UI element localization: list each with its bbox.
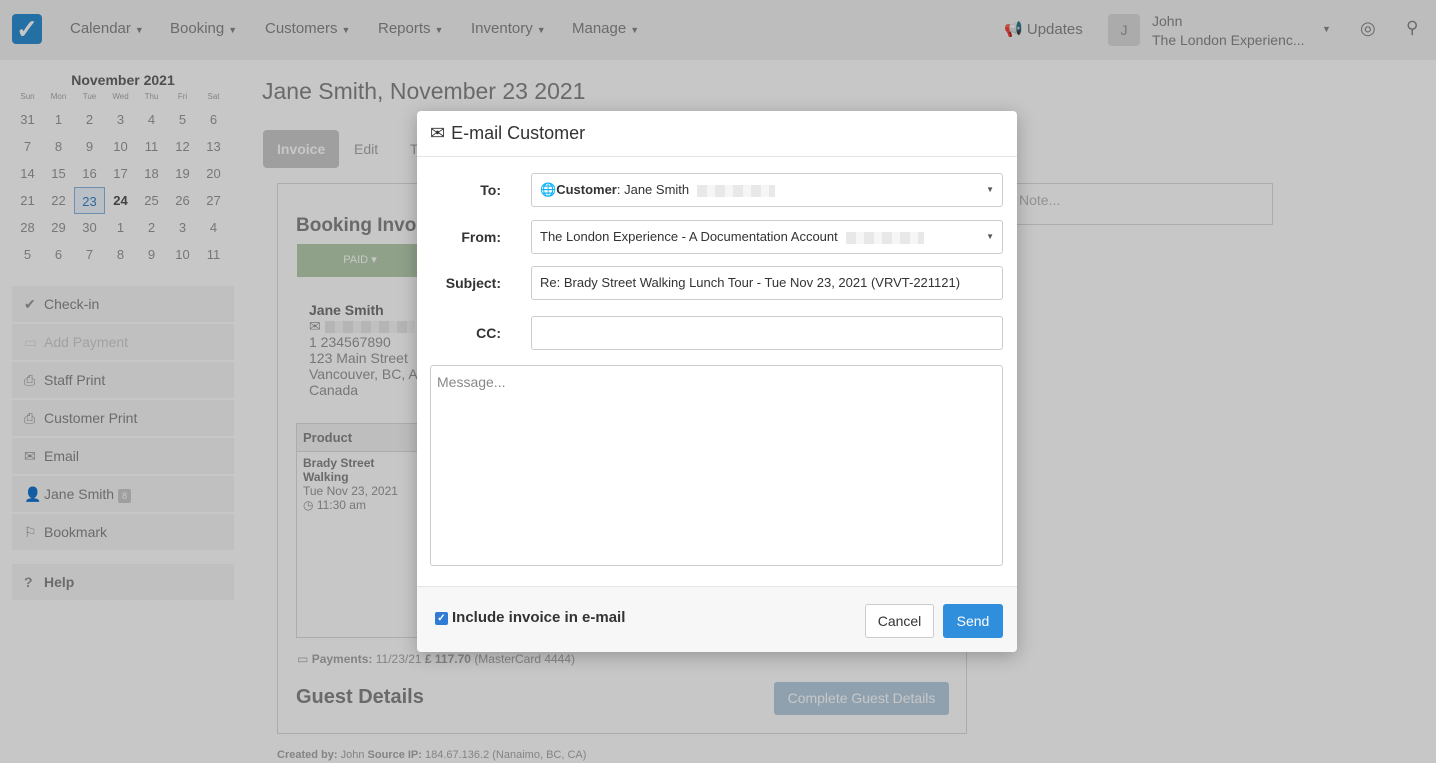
to-label: To:: [480, 182, 501, 198]
email-customer-dialog: ✉ E-mail Customer To: 🌐Customer: Jane Smi…: [417, 111, 1017, 652]
envelope-icon: ✉: [430, 123, 446, 143]
from-select[interactable]: The London Experience - A Documentation …: [531, 220, 1003, 254]
subject-label: Subject:: [445, 275, 501, 291]
from-label: From:: [461, 229, 501, 245]
to-value: : Jane Smith: [616, 182, 690, 197]
chevron-down-icon: ▼: [986, 232, 994, 241]
cc-input[interactable]: [531, 316, 1003, 350]
send-button[interactable]: Send: [943, 604, 1003, 638]
message-textarea[interactable]: Message...: [430, 365, 1003, 566]
include-invoice-label: Include invoice in e-mail: [452, 609, 626, 626]
cc-label: CC:: [476, 325, 501, 341]
checkbox-checked-icon[interactable]: ✓: [435, 612, 448, 625]
globe-icon: 🌐: [540, 182, 557, 197]
redacted-email: [697, 184, 776, 197]
to-prefix: Customer: [556, 182, 617, 197]
subject-input[interactable]: Re: Brady Street Walking Lunch Tour - Tu…: [531, 266, 1003, 300]
dialog-header: ✉ E-mail Customer: [417, 111, 1017, 157]
dialog-title: E-mail Customer: [451, 123, 586, 143]
from-value: The London Experience - A Documentation …: [540, 229, 838, 244]
include-invoice-checkbox[interactable]: ✓ Include invoice in e-mail: [435, 609, 625, 626]
dialog-footer: ✓ Include invoice in e-mail Cancel Send: [417, 586, 1017, 652]
chevron-down-icon: ▼: [986, 185, 994, 194]
cancel-button[interactable]: Cancel: [865, 604, 934, 638]
redacted-email: [845, 231, 924, 244]
to-select[interactable]: 🌐Customer: Jane Smith ▼: [531, 173, 1003, 207]
